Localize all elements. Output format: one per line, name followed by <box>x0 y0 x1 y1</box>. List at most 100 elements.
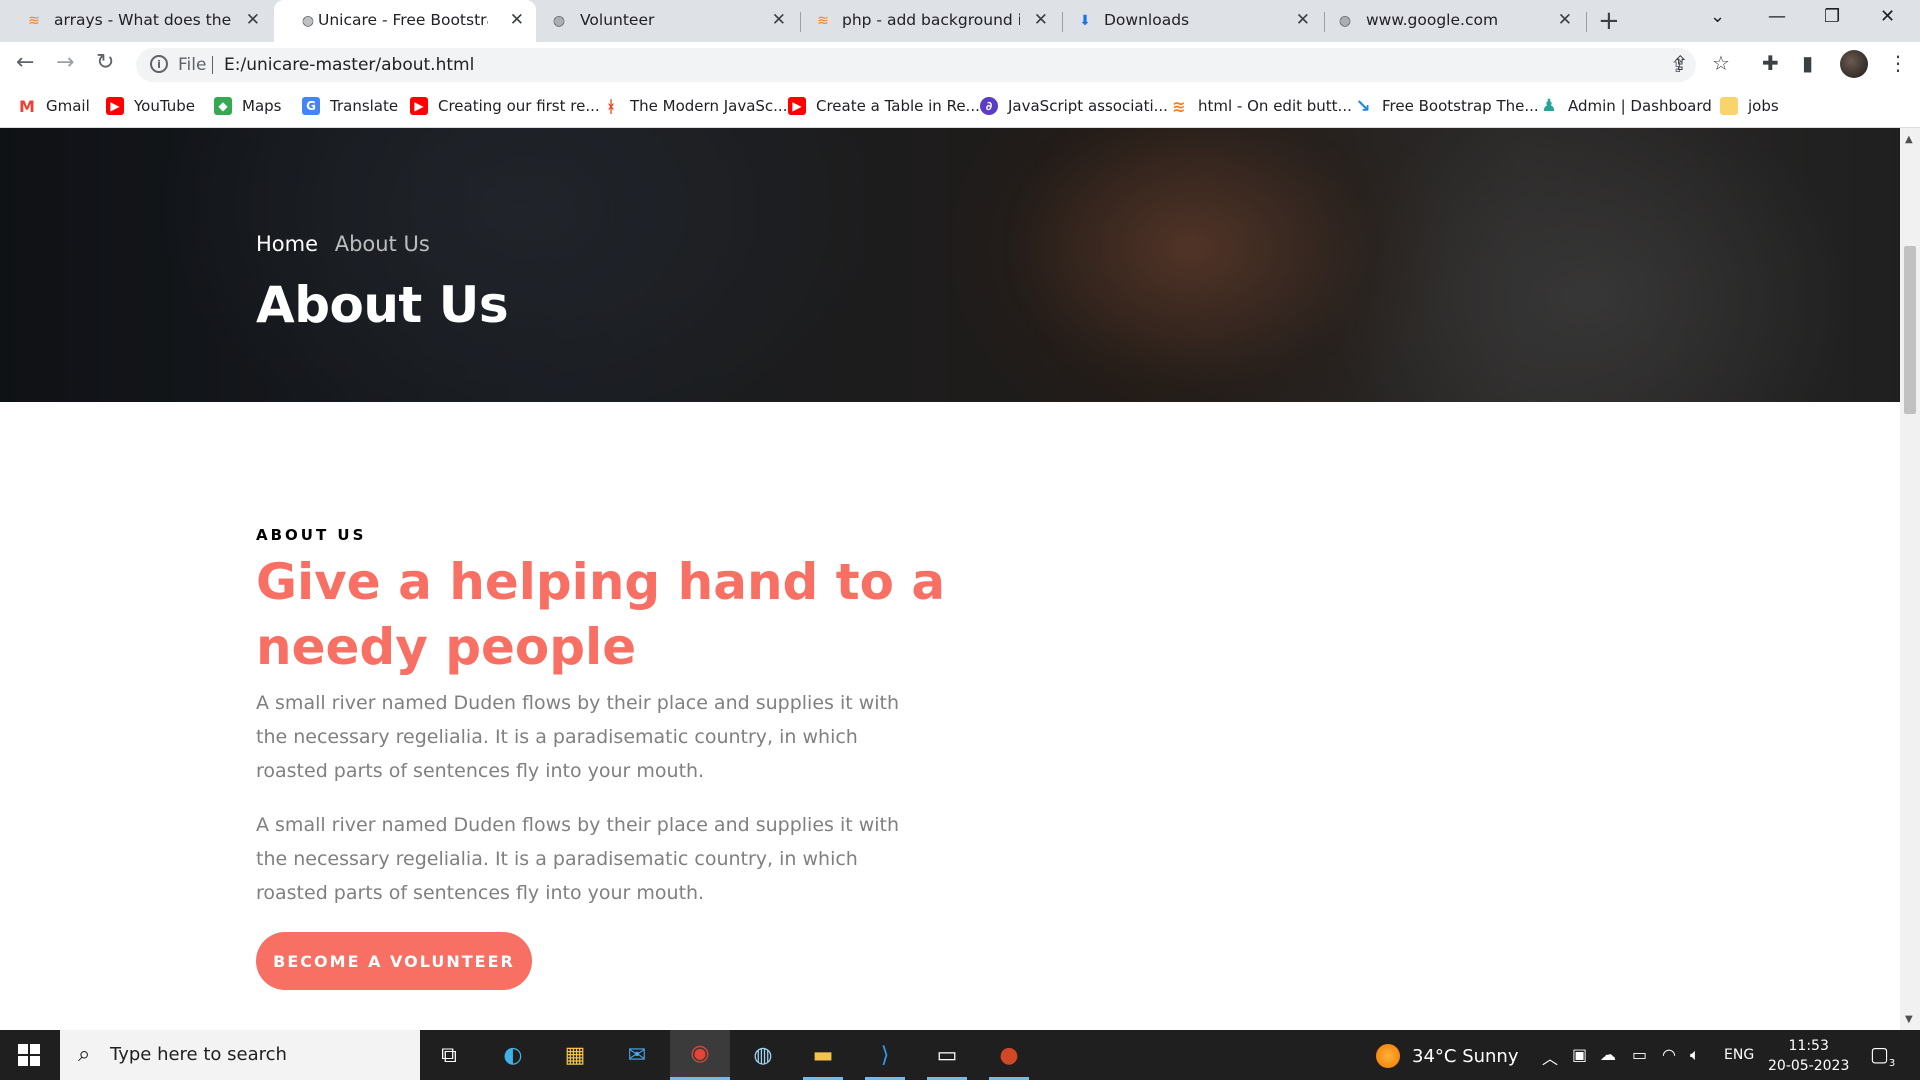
url-text[interactable]: E:/unicare-master/about.html <box>224 55 474 75</box>
tab-title: www.google.com <box>1366 11 1499 29</box>
reload-button[interactable]: ↻ <box>96 50 114 75</box>
taskbar-search[interactable]: ⌕ Type here to search <box>60 1030 420 1080</box>
menu-icon[interactable]: ⋮ <box>1888 51 1908 75</box>
bookmark-label: JavaScript associati... <box>1008 97 1168 115</box>
forward-button[interactable]: → <box>56 50 74 75</box>
youtube-icon: ▶ <box>106 97 124 115</box>
bookmark-star-icon[interactable]: ☆ <box>1712 51 1730 75</box>
person-icon: ♟ <box>1541 96 1557 116</box>
store-icon[interactable]: ▦ <box>558 1038 592 1072</box>
bookmark-free-bootstrap[interactable]: ↘ Free Bootstrap The... <box>1354 96 1539 117</box>
youtube-icon: ▶ <box>788 97 806 115</box>
file-explorer-icon[interactable]: ▬ <box>806 1038 840 1072</box>
become-volunteer-button[interactable]: BECOME A VOLUNTEER <box>256 932 532 990</box>
bookmark-admin[interactable]: ♟ Admin | Dashboard <box>1540 96 1711 116</box>
tab-title: arrays - What does the PHP <box>54 11 234 29</box>
back-button[interactable]: ← <box>16 50 34 75</box>
minimize-button[interactable]: — <box>1768 6 1786 27</box>
globe-icon: ◍ <box>1338 13 1352 29</box>
share-icon[interactable]: ⇪ <box>1672 51 1689 75</box>
bookmark-stackoverflow[interactable]: ≋ html - On edit butt... <box>1170 97 1352 116</box>
clock[interactable]: 11:53 20-05-2023 <box>1768 1036 1849 1076</box>
tab-title: Unicare - Free Bootstrap 4 T <box>318 11 488 29</box>
windows-taskbar: ⌕ Type here to search ⧉ ◐ ▦ ✉ ◉ ◍ ▬ ⟩ ▭ … <box>0 1030 1920 1080</box>
close-icon[interactable]: ✕ <box>1296 10 1310 30</box>
avatar[interactable] <box>1840 50 1868 78</box>
address-bar[interactable]: i File E:/unicare-master/about.html ⇪ <box>136 48 1696 82</box>
close-icon[interactable]: ✕ <box>510 10 524 30</box>
powerpoint-icon[interactable]: ● <box>992 1038 1026 1072</box>
bookmark-maps[interactable]: ◆ Maps <box>214 97 281 115</box>
hero-banner: Home About Us About Us <box>0 128 1900 402</box>
stackoverflow-icon: ≋ <box>817 13 829 29</box>
bookmark-youtube-3[interactable]: ▶ Create a Table in Re... <box>788 97 980 115</box>
stackoverflow-icon: ≋ <box>28 13 40 29</box>
bookmark-modern-js[interactable]: ᚼ The Modern JavaSc... <box>602 96 787 116</box>
browser-tab[interactable]: ≋ arrays - What does the PHP ✕ <box>0 0 272 42</box>
bookmark-youtube[interactable]: ▶ YouTube <box>106 97 195 115</box>
breadcrumb-current: About Us <box>334 232 430 256</box>
page-scrollbar[interactable]: ▲ ▼ <box>1900 128 1920 1030</box>
language-indicator[interactable]: ENG <box>1724 1047 1754 1063</box>
bookmark-youtube-2[interactable]: ▶ Creating our first re... <box>410 97 600 115</box>
globe-icon: ◍ <box>301 13 315 29</box>
scroll-up-arrow[interactable]: ▲ <box>1905 134 1913 145</box>
vscode-icon[interactable]: ⟩ <box>868 1038 902 1072</box>
tab-separator <box>1586 12 1587 32</box>
gmail-icon: M <box>19 96 35 116</box>
bookmark-gmail[interactable]: M Gmail <box>18 96 90 116</box>
close-icon[interactable]: ✕ <box>1558 10 1572 30</box>
close-icon[interactable]: ✕ <box>772 10 786 30</box>
close-icon[interactable]: ✕ <box>1034 10 1048 30</box>
meet-icon[interactable]: ▣ <box>1572 1045 1587 1064</box>
browser-tab-active[interactable]: ◍ Unicare - Free Bootstrap 4 T ✕ <box>274 0 536 42</box>
terminal-icon[interactable]: ▭ <box>930 1038 964 1072</box>
bookmark-label: Translate <box>330 97 399 115</box>
info-icon[interactable]: i <box>150 55 168 73</box>
chevron-up-icon[interactable]: ︿ <box>1542 1045 1558 1069</box>
notification-icon[interactable]: ▢3 <box>1870 1042 1895 1069</box>
tab-title: Downloads <box>1104 11 1190 29</box>
page-title: About Us <box>256 276 509 334</box>
browser-tab[interactable]: ◍ www.google.com ✕ <box>1326 0 1584 42</box>
youtube-icon: ▶ <box>410 97 428 115</box>
restore-button[interactable]: ❐ <box>1824 6 1840 27</box>
mail-icon[interactable]: ✉ <box>620 1038 654 1072</box>
browser-tab[interactable]: ◍ Volunteer ✕ <box>538 0 798 42</box>
tab-separator <box>1062 12 1063 32</box>
javascript-info-icon: ᚼ <box>606 96 616 116</box>
bookmark-label: Maps <box>242 97 282 115</box>
bookmark-translate[interactable]: G Translate <box>302 97 398 115</box>
onedrive-icon[interactable]: ☁ <box>1600 1045 1616 1064</box>
tab-search-icon[interactable]: ⌄ <box>1710 6 1725 27</box>
close-window-button[interactable]: ✕ <box>1880 6 1895 27</box>
new-tab-button[interactable]: + <box>1598 6 1620 36</box>
bookmark-label: YouTube <box>134 97 195 115</box>
tab-title: Volunteer <box>580 11 655 29</box>
task-view-icon[interactable]: ⧉ <box>432 1038 466 1072</box>
browser-tab[interactable]: ≋ php - add background imag ✕ <box>802 0 1060 42</box>
battery-icon[interactable]: ▭ <box>1632 1045 1647 1064</box>
edge-icon[interactable]: ◐ <box>496 1038 530 1072</box>
scrollbar-thumb[interactable] <box>1904 246 1916 414</box>
windows-start-icon[interactable] <box>18 1044 40 1066</box>
section-eyebrow: ABOUT US <box>256 526 367 544</box>
search-icon: ⌕ <box>78 1042 91 1067</box>
app-globe-icon[interactable]: ◍ <box>746 1038 780 1072</box>
sun-icon <box>1376 1044 1400 1068</box>
search-placeholder: Type here to search <box>110 1044 287 1065</box>
side-panel-icon[interactable]: ▮ <box>1802 51 1813 75</box>
browser-tab[interactable]: ⬇ Downloads ✕ <box>1064 0 1322 42</box>
wifi-icon[interactable]: ◠ <box>1662 1045 1676 1064</box>
volume-icon[interactable]: 🔈︎ <box>1690 1045 1700 1065</box>
close-icon[interactable]: ✕ <box>246 10 260 30</box>
bookmark-label: Free Bootstrap The... <box>1382 97 1539 115</box>
scroll-down-arrow[interactable]: ▼ <box>1905 1014 1913 1025</box>
breadcrumb-home-link[interactable]: Home <box>256 232 318 256</box>
bookmark-js-associative[interactable]: ∂ JavaScript associati... <box>980 97 1168 115</box>
extensions-icon[interactable]: ✚ <box>1762 51 1779 75</box>
bookmark-folder-jobs[interactable]: jobs <box>1720 97 1779 115</box>
bookmark-label: Create a Table in Re... <box>816 97 980 115</box>
chrome-icon[interactable]: ◉ <box>670 1030 730 1080</box>
weather-widget[interactable]: 34°C Sunny <box>1376 1044 1519 1068</box>
